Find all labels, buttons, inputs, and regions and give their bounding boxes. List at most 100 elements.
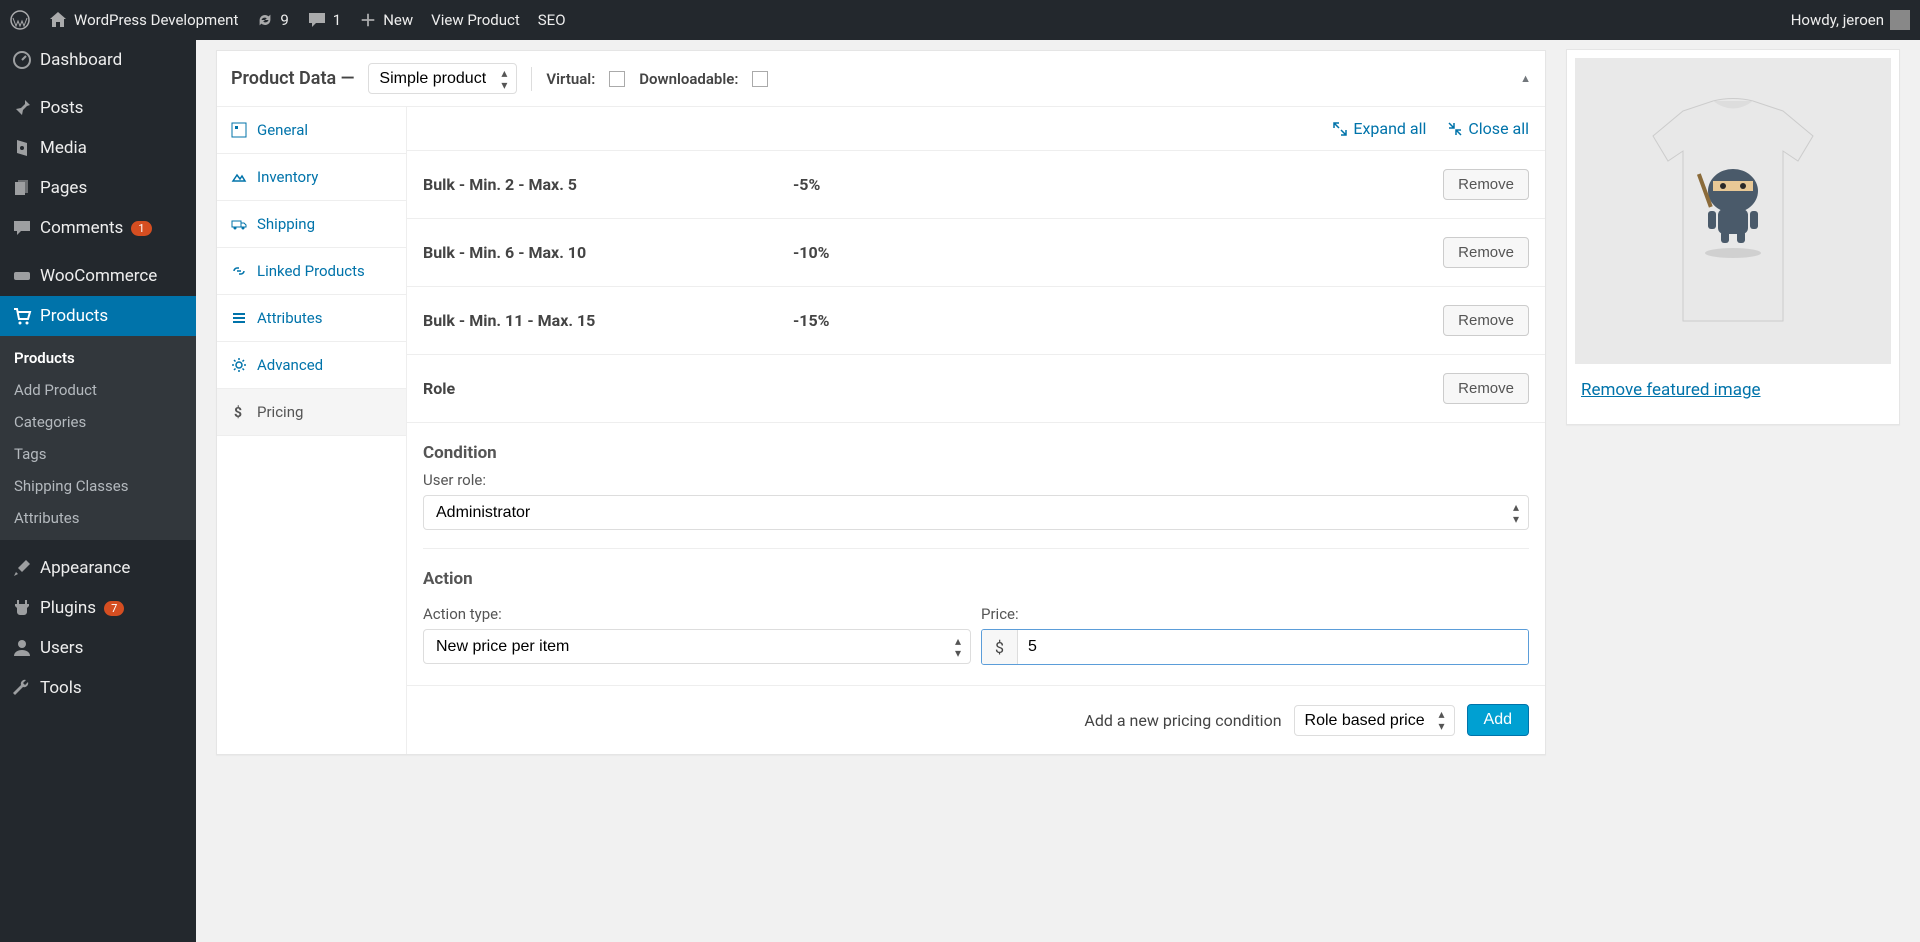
view-product[interactable]: View Product [431, 11, 520, 29]
cart-icon [12, 306, 32, 326]
sidebar-item-woocommerce[interactable]: WooCommerce [0, 256, 196, 296]
user-role-select[interactable]: Administrator [423, 495, 1529, 530]
seo-menu[interactable]: SEO [538, 11, 566, 29]
sidebar-item-posts[interactable]: Posts [0, 88, 196, 128]
sidebar-item-users[interactable]: Users [0, 628, 196, 668]
pages-icon [12, 178, 32, 198]
action-type-label: Action type: [423, 605, 955, 623]
pricing-rule: Bulk - Min. 6 - Max. 10 -10% Remove [407, 219, 1545, 287]
sidebar-item-comments[interactable]: Comments 1 [0, 208, 196, 248]
sidebar-item-plugins[interactable]: Plugins 7 [0, 588, 196, 628]
new-content[interactable]: New [359, 11, 413, 29]
updates[interactable]: 9 [256, 11, 288, 29]
submenu-item-add-product[interactable]: Add Product [0, 374, 196, 406]
shipping-icon [231, 216, 247, 232]
my-account[interactable]: Howdy, jeroen [1791, 10, 1910, 30]
expand-icon [1333, 122, 1347, 136]
remove-button[interactable]: Remove [1443, 373, 1529, 404]
sidebar-item-label: WooCommerce [40, 266, 157, 286]
remove-button[interactable]: Remove [1443, 237, 1529, 268]
plugins-badge: 7 [104, 601, 124, 616]
sidebar-item-label: Dashboard [40, 50, 122, 70]
tab-inventory[interactable]: Inventory [217, 154, 406, 201]
comments-bubble[interactable]: 1 [307, 10, 341, 30]
sidebar-item-appearance[interactable]: Appearance [0, 548, 196, 588]
wrench-icon [12, 678, 32, 698]
tab-general[interactable]: General [217, 107, 406, 154]
condition-heading: Condition [423, 443, 1529, 463]
featured-image[interactable] [1575, 58, 1891, 364]
price-input[interactable] [1018, 630, 1528, 664]
add-button[interactable]: Add [1467, 704, 1529, 736]
close-all-link[interactable]: Close all [1448, 119, 1529, 138]
avatar [1890, 10, 1910, 30]
action-heading: Action [423, 569, 1529, 589]
general-icon [231, 122, 247, 138]
remove-button[interactable]: Remove [1443, 169, 1529, 200]
wp-logo[interactable] [10, 10, 30, 30]
submenu-item-categories[interactable]: Categories [0, 406, 196, 438]
user-icon [12, 638, 32, 658]
site-home[interactable]: WordPress Development [48, 10, 238, 30]
virtual-checkbox[interactable] [609, 71, 625, 87]
tab-linked-products[interactable]: Linked Products [217, 248, 406, 295]
pin-icon [12, 98, 32, 118]
user-role-label: User role: [423, 471, 1529, 489]
expand-all-link[interactable]: Expand all [1333, 119, 1426, 138]
home-icon [48, 10, 68, 30]
attributes-icon [231, 310, 247, 326]
pricing-panel: Expand all Close all Bulk - Min. 2 - Max… [407, 107, 1545, 754]
pricing-rules: Bulk - Min. 2 - Max. 5 -5% Remove Bulk -… [407, 151, 1545, 423]
virtual-label: Virtual: [546, 70, 595, 88]
new-label: New [383, 11, 413, 29]
comment-icon [12, 218, 32, 238]
product-type-select[interactable]: Simple product [368, 63, 517, 94]
rule-value: -5% [793, 175, 1443, 194]
tab-shipping[interactable]: Shipping [217, 201, 406, 248]
sidebar-item-pages[interactable]: Pages [0, 168, 196, 208]
comments-count: 1 [333, 11, 341, 29]
submenu-item-tags[interactable]: Tags [0, 438, 196, 470]
sidebar-item-label: Pages [40, 178, 87, 198]
pricing-rule: Bulk - Min. 2 - Max. 5 -5% Remove [407, 151, 1545, 219]
site-title: WordPress Development [74, 11, 238, 29]
collapse-icon [1448, 122, 1462, 136]
add-condition-row: Add a new pricing condition Role based p… [407, 685, 1545, 754]
submenu-item-attributes[interactable]: Attributes [0, 502, 196, 534]
svg-text:$: $ [234, 404, 242, 420]
currency-symbol: $ [982, 630, 1018, 664]
sidebar-item-media[interactable]: Media [0, 128, 196, 168]
remove-button[interactable]: Remove [1443, 305, 1529, 336]
howdy-text: Howdy, jeroen [1791, 11, 1884, 29]
tab-pricing[interactable]: $Pricing [217, 389, 406, 436]
remove-featured-image-link[interactable]: Remove featured image [1575, 364, 1891, 416]
condition-type-select[interactable]: Role based price [1294, 705, 1455, 736]
product-data-header: Product Data — Simple product ▴▾ Virtual… [217, 51, 1545, 107]
plus-icon [359, 11, 377, 29]
product-tshirt-image [1633, 81, 1833, 341]
submenu-item-shipping-classes[interactable]: Shipping Classes [0, 470, 196, 502]
downloadable-checkbox[interactable] [752, 71, 768, 87]
tab-attributes[interactable]: Attributes [217, 295, 406, 342]
products-submenu: Products Add Product Categories Tags Shi… [0, 336, 196, 540]
tab-advanced[interactable]: Advanced [217, 342, 406, 389]
sidebar-item-products[interactable]: Products [0, 296, 196, 336]
refresh-icon [256, 11, 274, 29]
sidebar-item-dashboard[interactable]: Dashboard [0, 40, 196, 80]
action-type-select[interactable]: New price per item [423, 629, 971, 664]
sidebar-item-tools[interactable]: Tools [0, 668, 196, 708]
downloadable-label: Downloadable: [639, 70, 738, 88]
sidebar-item-label: Tools [40, 678, 82, 698]
pricing-rule-expanded: Role Remove [407, 355, 1545, 423]
sidebar-item-label: Posts [40, 98, 83, 118]
collapse-toggle[interactable]: ▲ [1520, 72, 1531, 85]
featured-image-metabox: Remove featured image [1566, 49, 1900, 425]
rule-title: Bulk - Min. 6 - Max. 10 [423, 243, 793, 262]
sidebar-item-label: Products [40, 306, 108, 326]
sidebar-item-label: Plugins [40, 598, 96, 618]
rule-title: Bulk - Min. 2 - Max. 5 [423, 175, 793, 194]
advanced-icon [231, 357, 247, 373]
linked-icon [231, 263, 247, 279]
admin-sidebar: Dashboard Posts Media Pages Comments 1 W… [0, 40, 196, 942]
submenu-item-products[interactable]: Products [0, 342, 196, 374]
